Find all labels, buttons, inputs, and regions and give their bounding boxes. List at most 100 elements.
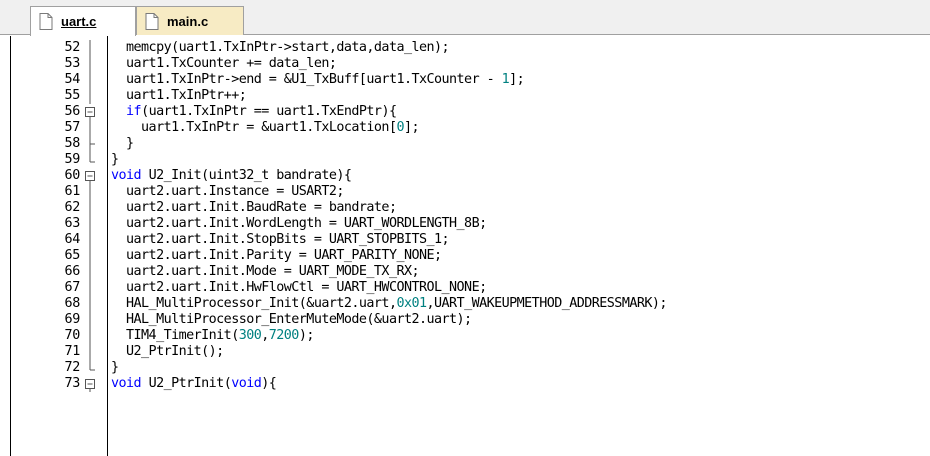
code-text: uart1.TxInPtr++; (111, 88, 247, 104)
number-token: 7200 (268, 328, 300, 343)
code-line[interactable]: 64 uart2.uart.Init.StopBits = UART_STOPB… (0, 232, 930, 248)
line-number: 63 (64, 216, 80, 231)
tab-main-c[interactable]: main.c (136, 6, 244, 35)
line-number: 69 (64, 312, 80, 327)
code-text: uart2.uart.Init.WordLength = UART_WORDLE… (111, 216, 487, 232)
fold-guide (84, 232, 96, 248)
code-line[interactable]: 63 uart2.uart.Init.WordLength = UART_WOR… (0, 216, 930, 232)
code-line[interactable]: 59} (0, 152, 930, 168)
code-text: uart2.uart.Instance = USART2; (111, 184, 344, 200)
code-token: } (111, 360, 119, 375)
code-lines: 52 memcpy(uart1.TxInPtr->start,data,data… (0, 40, 930, 392)
code-token: ){ (261, 376, 277, 391)
code-line[interactable]: 70 TIM4_TimerInit(300,7200); (0, 328, 930, 344)
code-token: } (111, 136, 134, 151)
code-line[interactable]: 57 uart1.TxInPtr = &uart1.TxLocation[0]; (0, 120, 930, 136)
code-token: (uart1.TxInPtr == uart1.TxEndPtr){ (141, 104, 397, 119)
code-token: U2_PtrInit( (141, 376, 232, 391)
keyword-token: if (126, 104, 142, 119)
line-number: 62 (64, 200, 80, 215)
fold-guide (84, 88, 96, 104)
code-text: HAL_MultiProcessor_EnterMuteMode(&uart2.… (111, 312, 472, 328)
code-token: uart1.TxInPtr->end = &U1_TxBuff[uart1.Tx… (111, 72, 502, 87)
code-line[interactable]: 67 uart2.uart.Init.HwFlowCtl = UART_HWCO… (0, 280, 930, 296)
code-line[interactable]: 68 HAL_MultiProcessor_Init(&uart2.uart,0… (0, 296, 930, 312)
code-token: uart1.TxInPtr++; (111, 88, 247, 103)
fold-guide (84, 152, 96, 168)
code-text: uart2.uart.Init.HwFlowCtl = UART_HWCONTR… (111, 280, 487, 296)
line-number: 53 (64, 56, 80, 71)
fold-guide (84, 72, 96, 88)
code-line[interactable]: 60 void U2_Init(uint32_t bandrate){ (0, 168, 930, 184)
code-token: U2_Init(uint32_t bandrate){ (141, 168, 352, 183)
line-number: 60 (64, 168, 80, 183)
tab-label: main.c (167, 13, 209, 29)
code-text: uart2.uart.Init.Parity = UART_PARITY_NON… (111, 248, 442, 264)
fold-toggle-icon[interactable] (84, 376, 96, 392)
code-token: uart2.uart.Init.HwFlowCtl = UART_HWCONTR… (111, 280, 487, 295)
fold-guide (84, 296, 96, 312)
code-line[interactable]: 71 U2_PtrInit(); (0, 344, 930, 360)
code-line[interactable]: 62 uart2.uart.Init.BaudRate = bandrate; (0, 200, 930, 216)
code-token: uart2.uart.Init.Parity = UART_PARITY_NON… (111, 248, 442, 263)
tab-uart-c[interactable]: uart.c (30, 6, 136, 36)
line-number: 57 (64, 120, 80, 135)
fold-guide (84, 344, 96, 360)
code-line[interactable]: 58 } (0, 136, 930, 152)
line-number: 65 (64, 248, 80, 263)
code-text: uart2.uart.Init.StopBits = UART_STOPBITS… (111, 232, 450, 248)
code-line[interactable]: 52 memcpy(uart1.TxInPtr->start,data,data… (0, 40, 930, 56)
code-line[interactable]: 55 uart1.TxInPtr++; (0, 88, 930, 104)
code-token: U2_PtrInit(); (111, 344, 224, 359)
code-line[interactable]: 61 uart2.uart.Instance = USART2; (0, 184, 930, 200)
line-number: 66 (64, 264, 80, 279)
code-text: } (111, 136, 134, 152)
code-token: uart2.uart.Init.Mode = UART_MODE_TX_RX; (111, 264, 420, 279)
code-line[interactable]: 53 uart1.TxCounter += data_len; (0, 56, 930, 72)
fold-guide (84, 56, 96, 72)
code-token: ,UART_WAKEUPMETHOD_ADDRESSMARK); (426, 296, 668, 311)
number-token: 0 (396, 120, 404, 135)
fold-guide (84, 328, 96, 344)
line-number: 71 (64, 344, 80, 359)
code-text: uart1.TxInPtr = &uart1.TxLocation[0]; (111, 120, 420, 136)
tab-bar: uart.c main.c (0, 0, 930, 36)
code-text: memcpy(uart1.TxInPtr->start,data,data_le… (111, 40, 450, 56)
fold-guide (84, 40, 96, 56)
code-line[interactable]: 56 if(uart1.TxInPtr == uart1.TxEndPtr){ (0, 104, 930, 120)
code-token: memcpy(uart1.TxInPtr->start,data,data_le… (111, 40, 450, 55)
code-line[interactable]: 72} (0, 360, 930, 376)
code-text: uart1.TxCounter += data_len; (111, 56, 337, 72)
code-line[interactable]: 73 void U2_PtrInit(void){ (0, 376, 930, 392)
line-number: 68 (64, 296, 80, 311)
code-token: uart2.uart.Instance = USART2; (111, 184, 344, 199)
code-token: HAL_MultiProcessor_Init(&uart2.uart, (111, 296, 397, 311)
line-number: 64 (64, 232, 80, 247)
code-line[interactable]: 54 uart1.TxInPtr->end = &U1_TxBuff[uart1… (0, 72, 930, 88)
code-token: ]; (403, 120, 420, 135)
code-line[interactable]: 66 uart2.uart.Init.Mode = UART_MODE_TX_R… (0, 264, 930, 280)
fold-guide (84, 264, 96, 280)
line-number: 54 (64, 72, 80, 87)
fold-guide (84, 280, 96, 296)
line-number: 61 (64, 184, 80, 199)
line-number: 56 (64, 104, 80, 119)
fold-guide (84, 216, 96, 232)
code-text: HAL_MultiProcessor_Init(&uart2.uart,0x01… (111, 296, 667, 312)
code-token: uart2.uart.Init.StopBits = UART_STOPBITS… (111, 232, 450, 247)
fold-guide (84, 200, 96, 216)
code-text: uart2.uart.Init.BaudRate = bandrate; (111, 200, 397, 216)
code-text: void U2_PtrInit(void){ (111, 376, 277, 392)
code-line[interactable]: 69 HAL_MultiProcessor_EnterMuteMode(&uar… (0, 312, 930, 328)
code-text: if(uart1.TxInPtr == uart1.TxEndPtr){ (111, 104, 397, 120)
code-editor[interactable]: 52 memcpy(uart1.TxInPtr->start,data,data… (0, 36, 930, 456)
code-line[interactable]: 65 uart2.uart.Init.Parity = UART_PARITY_… (0, 248, 930, 264)
line-number: 73 (64, 376, 80, 391)
fold-toggle-icon[interactable] (84, 168, 96, 184)
line-number: 72 (64, 360, 80, 375)
code-text: } (111, 360, 119, 376)
number-token: 1 (501, 72, 510, 87)
fold-toggle-icon[interactable] (84, 104, 96, 120)
fold-guide (84, 248, 96, 264)
